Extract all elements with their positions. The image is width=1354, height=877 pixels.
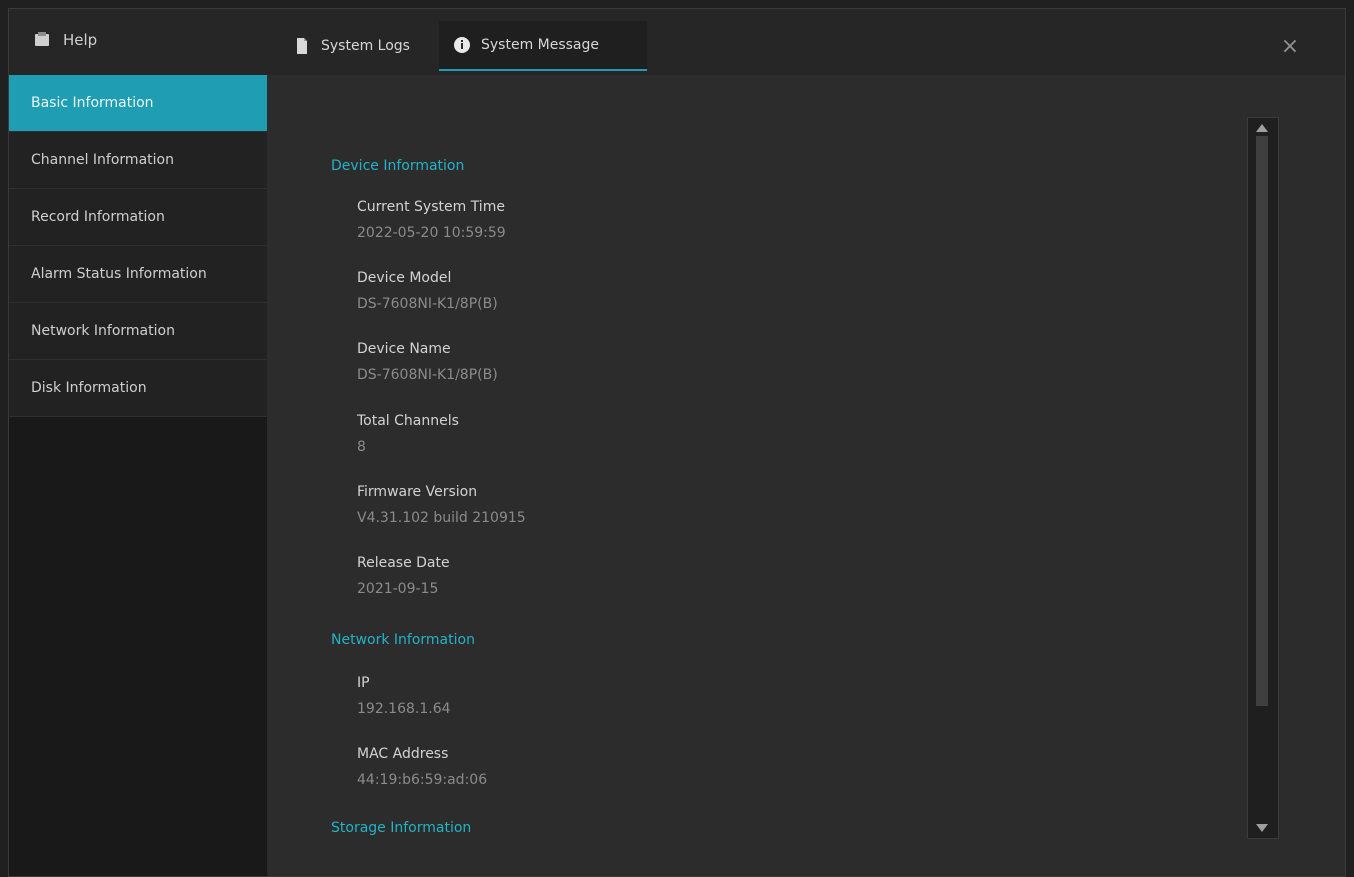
tab-label: System Logs	[321, 38, 410, 54]
field-label-mac-address: MAC Address	[357, 746, 449, 762]
sidebar-item-label: Basic Information	[31, 95, 154, 111]
main-content: Device Information Current System Time 2…	[267, 75, 1345, 876]
close-button[interactable]: ×	[1275, 31, 1305, 61]
section-title-device-information: Device Information	[331, 158, 465, 174]
field-value-total-channels: 8	[357, 439, 366, 455]
field-value-device-name: DS-7608NI-K1/8P(B)	[357, 367, 498, 383]
field-value-firmware-version: V4.31.102 build 210915	[357, 510, 526, 526]
field-value-mac-address: 44:19:b6:59:ad:06	[357, 772, 488, 788]
sidebar-item-record-information[interactable]: Record Information	[9, 189, 267, 246]
field-label-device-model: Device Model	[357, 270, 452, 286]
scroll-up-icon[interactable]	[1256, 124, 1268, 132]
tab-label: System Message	[481, 37, 600, 53]
document-icon	[293, 37, 311, 55]
tab-system-message[interactable]: System Message	[439, 21, 647, 71]
scrollbar-thumb[interactable]	[1256, 136, 1268, 706]
tab-system-logs[interactable]: System Logs	[279, 21, 439, 71]
field-label-current-system-time: Current System Time	[357, 199, 505, 215]
sidebar-item-disk-information[interactable]: Disk Information	[9, 360, 267, 417]
close-icon: ×	[1280, 33, 1300, 59]
field-value-device-model: DS-7608NI-K1/8P(B)	[357, 296, 498, 312]
home-button[interactable]: Help	[33, 31, 97, 49]
sidebar-item-label: Alarm Status Information	[31, 266, 207, 282]
field-label-firmware-version: Firmware Version	[357, 484, 478, 500]
sidebar: Basic Information Channel Information Re…	[9, 75, 267, 876]
field-label-ip: IP	[357, 675, 370, 691]
home-icon	[33, 31, 51, 49]
sidebar-item-channel-information[interactable]: Channel Information	[9, 132, 267, 189]
sidebar-item-network-information[interactable]: Network Information	[9, 303, 267, 360]
field-label-total-channels: Total Channels	[357, 413, 459, 429]
field-value-current-system-time: 2022-05-20 10:59:59	[357, 225, 506, 241]
sidebar-item-label: Network Information	[31, 323, 175, 339]
field-label-release-date: Release Date	[357, 555, 450, 571]
top-bar: Help System Logs System Message ×	[9, 9, 1345, 76]
sidebar-item-label: Disk Information	[31, 380, 147, 396]
scroll-down-icon[interactable]	[1256, 824, 1268, 832]
section-title-network-information: Network Information	[331, 632, 475, 648]
sidebar-item-label: Record Information	[31, 209, 165, 225]
sidebar-item-label: Channel Information	[31, 152, 174, 168]
info-icon	[453, 36, 471, 54]
vertical-scrollbar[interactable]	[1247, 117, 1279, 839]
sidebar-item-alarm-status-information[interactable]: Alarm Status Information	[9, 246, 267, 303]
home-label: Help	[63, 31, 98, 49]
section-title-storage-information: Storage Information	[331, 820, 472, 836]
field-value-ip: 192.168.1.64	[357, 701, 451, 717]
field-value-release-date: 2021-09-15	[357, 581, 439, 597]
field-label-device-name: Device Name	[357, 341, 451, 357]
sidebar-item-basic-information[interactable]: Basic Information	[9, 75, 267, 132]
app-window: Help System Logs System Message × Basic …	[8, 8, 1346, 877]
